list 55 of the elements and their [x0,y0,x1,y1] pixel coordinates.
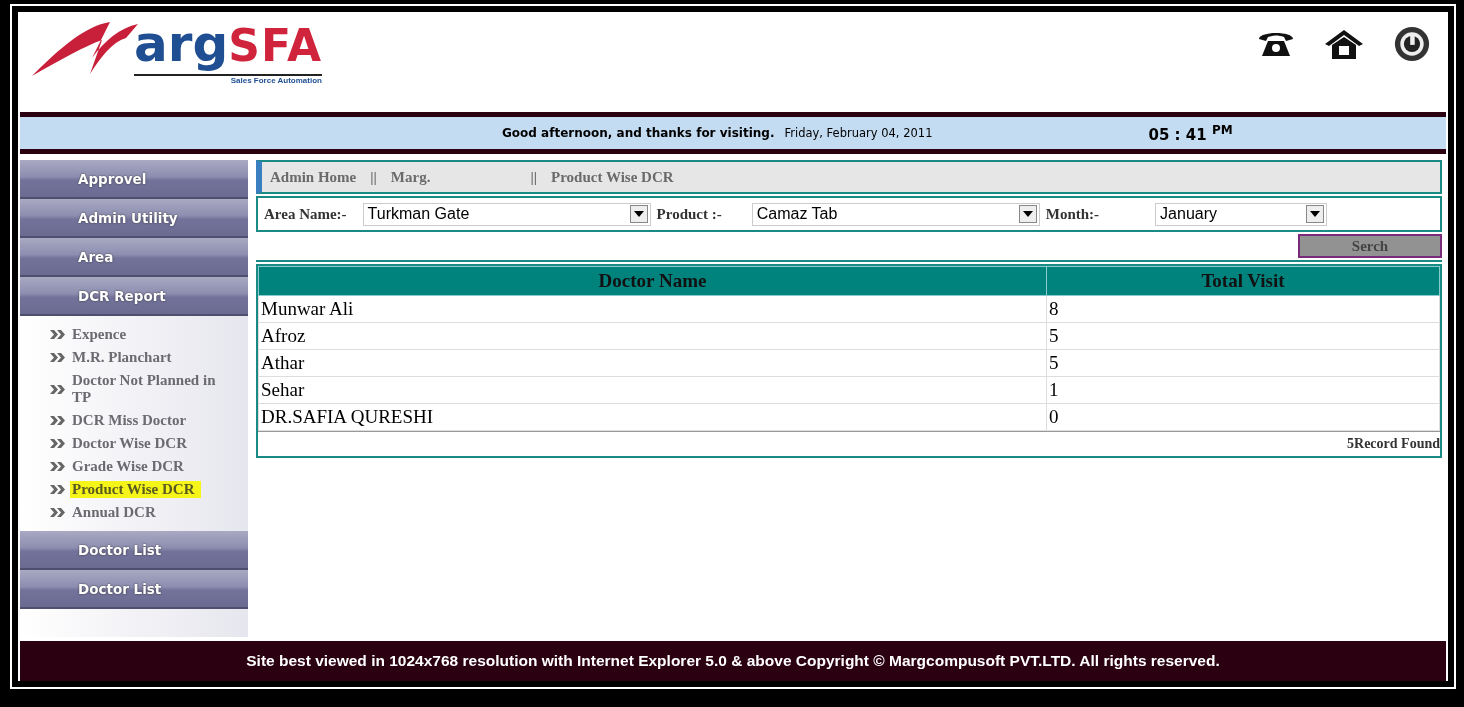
submenu-link[interactable]: Product Wise DCR [70,481,201,498]
sidebar-item[interactable]: Doctor List [20,531,248,570]
column-header: Doctor Name [258,266,1047,296]
logo-tagline: Sales Force Automation [230,76,322,85]
submenu-link[interactable]: Annual DCR [70,504,162,521]
double-arrow-icon [50,384,66,394]
table-cell: Afroz [258,322,1047,350]
table-cell: Munwar Ali [258,295,1047,323]
submenu-link[interactable]: Expence [70,326,133,343]
submenu-link[interactable]: Doctor Not Planned in TP [70,372,230,406]
double-arrow-icon [50,485,66,494]
table-cell: Sehar [258,376,1047,404]
double-arrow-icon [50,508,66,517]
sidebar-item[interactable]: Admin Utility [20,199,248,238]
breadcrumb-separator: || [530,168,538,186]
dropdown-field[interactable]: Turkman Gate [362,202,651,226]
breadcrumb-link[interactable]: Marg. [390,168,431,186]
sidebar-item[interactable]: DCR Report [20,277,248,316]
clock-text: 05 : 41 $^{PM}$ [1148,122,1233,144]
double-arrow-icon [50,439,66,448]
dropdown-field[interactable]: January [1155,202,1328,226]
breadcrumb-link[interactable]: Product Wise DCR [551,168,674,186]
submenu-link[interactable]: M.R. Planchart [70,349,178,366]
sidebar-item[interactable]: Area [20,238,248,277]
dropdown-field[interactable]: Camaz Tab [751,202,1040,226]
table-cell: 5 [1046,322,1440,350]
submenu-link[interactable]: Grade Wise DCR [70,458,190,475]
filter-label: Month:- [1045,205,1100,223]
search-button[interactable]: Serch [1298,234,1442,258]
table-cell: 8 [1046,295,1440,323]
footer-text: Site best viewed in 1024x768 resolution with Internet Explorer 5.0 & above Copyright © Margcompusoft PVT.LTD. All rights reserved. [246,652,1220,670]
submenu-link[interactable]: Doctor Wise DCR [70,435,193,452]
sidebar-item[interactable]: Doctor List [20,570,248,609]
filter-label: Area Name:- [264,205,347,223]
table-cell: Athar [258,349,1047,377]
greeting-text: Good afternoon, and thanks for visiting. [502,126,775,140]
double-arrow-icon [50,416,66,425]
logo-text: SFA [228,20,322,71]
filter-label: Product :- [656,205,722,223]
breadcrumb-separator: || [370,168,377,186]
table-cell: DR.SAFIA QURESHI [258,403,1047,431]
column-header: Total Visit [1046,266,1440,296]
sidebar-item[interactable]: Approvel [20,160,248,199]
record-count: 5Record Found [1347,436,1440,452]
double-arrow-icon [50,462,66,471]
double-arrow-icon [50,330,66,339]
logo-text: arg [134,15,229,73]
submenu-link[interactable]: DCR Miss Doctor [70,412,193,429]
double-arrow-icon [50,353,66,362]
table-cell: 5 [1046,349,1440,377]
date-text: Friday, February 04, 2011 [784,126,933,140]
power-icon[interactable] [1392,26,1432,62]
breadcrumb-link[interactable]: Admin Home [270,168,357,186]
table-cell: 1 [1046,376,1440,404]
table-cell: 0 [1046,403,1440,431]
